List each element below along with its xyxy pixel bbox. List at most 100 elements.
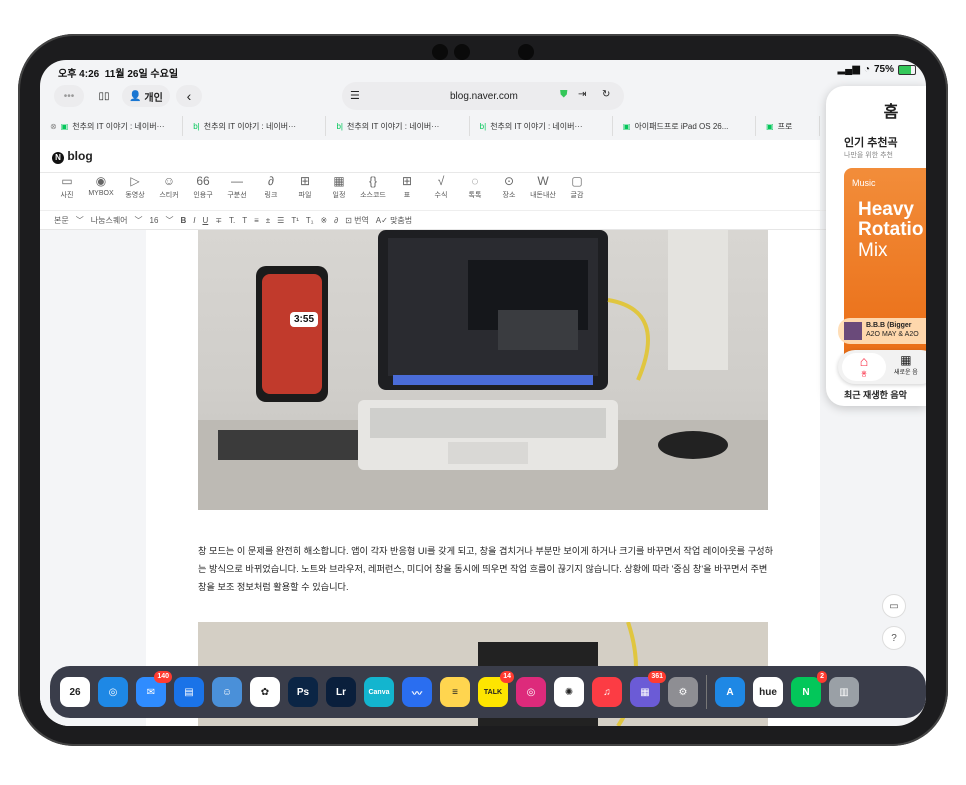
superscript-button[interactable]: T¹ — [291, 216, 299, 225]
apple-music-logo: Music — [852, 178, 876, 188]
address-bar[interactable]: ☰ blog.naver.com ⛊ ⇥ ↻ — [342, 82, 624, 110]
tool-material[interactable]: ▢ 글감 — [564, 174, 590, 206]
now-playing[interactable]: B.B.B (Bigger A2O MAY & A2O — [838, 318, 926, 344]
paragraph-style-select[interactable]: 본문 — [54, 215, 69, 226]
tool-talk[interactable]: ◌ 톡톡 — [462, 174, 488, 206]
tool-place[interactable]: ⊙ 장소 — [496, 174, 522, 206]
insert-toolbar: ▭ 사진 ◉ MYBOX ▷ 동영상 ☺ 스티커 66 인용구 — 구분선 ∂ 링크 ⊞ 파일 … — [40, 174, 834, 206]
article-paragraph[interactable]: 창 모드는 이 문제를 완전히 해소합니다. 앱이 각자 반응형 UI를 갖게 … — [198, 542, 776, 596]
text-color-button[interactable]: T. — [229, 216, 235, 225]
help-icon[interactable]: ? — [882, 626, 906, 650]
kakaotalk-icon[interactable]: TALK 14 — [478, 671, 514, 707]
blog-tab-icon: b| — [479, 121, 487, 131]
canva-icon[interactable]: Canva — [364, 677, 394, 707]
mail-icon[interactable]: ✉ 140 — [136, 671, 172, 707]
tool-quote[interactable]: 66 인용구 — [190, 174, 216, 206]
blog-logo[interactable]: N blog — [52, 149, 93, 164]
safari-icon[interactable]: ◎ — [98, 677, 128, 707]
extension-icon[interactable]: ⇥ — [578, 89, 586, 100]
align-button[interactable]: ≡ — [254, 216, 259, 225]
naver-tab-icon: ▣ — [60, 121, 69, 131]
private-profile-button[interactable]: 👤 개인 — [122, 85, 170, 107]
app-library-icon[interactable]: ▥ — [829, 677, 859, 707]
dock-divider — [706, 675, 707, 709]
music-section-title: 인기 추천곡 — [844, 137, 898, 149]
finder-icon[interactable]: ☺ — [212, 677, 242, 707]
heavy-rotation-card[interactable]: Music Heavy Rotatio Mix — [844, 168, 926, 378]
tool-photo[interactable]: ▭ 사진 — [54, 174, 80, 206]
italic-button[interactable]: I — [193, 216, 195, 225]
shield-icon: ⛊ — [560, 89, 568, 100]
close-icon[interactable]: ⊗ — [50, 122, 57, 131]
link-button[interactable]: ∂ — [334, 216, 338, 225]
appstore-icon[interactable]: A — [715, 677, 745, 707]
tool-file[interactable]: ⊞ 파일 — [292, 174, 318, 206]
tab-6[interactable]: ▣ 프로 — [756, 116, 820, 136]
badge-count: 14 — [500, 671, 514, 683]
subscript-button[interactable]: T₁ — [306, 216, 314, 225]
underline-button[interactable]: U — [202, 216, 208, 225]
tool-video[interactable]: ▷ 동영상 — [122, 174, 148, 206]
screen: 오후 4:26 11월 26일 수요일 ▂▄▆ ◔ 75% ••• ▯▯ 👤 개… — [40, 60, 926, 726]
font-size-select[interactable]: 16 — [150, 216, 159, 225]
special-char-button[interactable]: ※ — [320, 216, 327, 225]
naver-n-icon: N — [52, 152, 64, 164]
files-icon[interactable]: ▤ — [174, 677, 204, 707]
sidebar-icon[interactable]: ▯▯ — [90, 85, 118, 107]
highlight-button[interactable]: T — [242, 216, 247, 225]
tab-4[interactable]: b| 천추의 IT 이야기 : 네이버··· — [470, 116, 613, 136]
tab-1[interactable]: ⊗ ▣ 천추의 IT 이야기 : 네이버··· — [40, 116, 184, 136]
sensor-dot — [518, 44, 534, 60]
browser-toolbar: ••• ▯▯ 👤 개인 ‹ — [54, 84, 202, 108]
back-button[interactable]: ‹ — [176, 85, 202, 107]
settings-icon[interactable]: ⚙ — [668, 677, 698, 707]
naver-icon[interactable]: N2 — [791, 671, 827, 707]
tool-table[interactable]: ⊞ 표 — [394, 174, 420, 206]
music-window[interactable]: 홈 인기 추천곡 나만을 위한 추천 Music Heavy Rotatio Mi… — [826, 86, 926, 406]
tool-divider[interactable]: — 구분선 — [224, 174, 250, 206]
tool-review[interactable]: W 내돈내산 — [530, 174, 556, 206]
tab-2[interactable]: b| 천추의 IT 이야기 : 네이버··· — [183, 116, 327, 136]
translate-button[interactable]: ⊡ 번역 — [345, 215, 369, 226]
status-time: 오후 4:26 11월 26일 수요일 — [58, 69, 179, 80]
tab-5[interactable]: ▣ 아이패드프로 iPad OS 26... — [613, 116, 757, 136]
document-page[interactable]: 3:55 창 모드는 이 문제를 완전히 해소합니다. 앱이 각자 반응형 UI… — [146, 230, 820, 726]
mix-title: Heavy Rotatio — [858, 199, 924, 240]
lightroom-icon[interactable]: Lr — [326, 677, 356, 707]
chatgpt-icon[interactable]: ✺ — [554, 677, 584, 707]
tab-music-home[interactable]: ⌂ 홈 — [842, 353, 886, 381]
tool-mybox[interactable]: ◉ MYBOX — [88, 174, 114, 206]
recent-played-title: 최근 재생한 음악 — [844, 390, 907, 400]
font-select[interactable]: 나눔스퀘어 — [91, 215, 128, 226]
spellcheck-button[interactable]: A✓ 맞춤법 — [376, 215, 412, 226]
more-icon[interactable]: ••• — [54, 85, 84, 107]
reader-icon[interactable]: ☰ — [350, 89, 360, 102]
tool-link[interactable]: ∂ 링크 — [258, 174, 284, 206]
calendar-icon[interactable]: 26 — [60, 677, 90, 707]
private-label: 개인 — [144, 92, 163, 104]
photoshop-icon[interactable]: Ps — [288, 677, 318, 707]
hue-icon[interactable]: hue — [753, 677, 783, 707]
naver-tab-icon: ▣ — [622, 121, 631, 131]
address-text: blog.naver.com — [450, 91, 518, 102]
photo-ipad-iphone[interactable]: 3:55 — [198, 230, 768, 510]
freeform-icon[interactable]: 〰 — [402, 677, 432, 707]
list-button[interactable]: ☰ — [277, 216, 284, 225]
tool-formula[interactable]: √ 수식 — [428, 174, 454, 206]
reload-icon[interactable]: ↻ — [602, 89, 610, 100]
tab-3[interactable]: b| 천추의 IT 이야기 : 네이버··· — [326, 116, 470, 136]
bold-button[interactable]: B — [180, 216, 186, 225]
music-icon[interactable]: ♫ — [592, 677, 622, 707]
app-folder-icon[interactable]: ▦ 361 — [630, 671, 666, 707]
line-height-button[interactable]: ± — [266, 216, 270, 225]
tool-sticker[interactable]: ☺ 스티커 — [156, 174, 182, 206]
notes-icon[interactable]: ≡ — [440, 677, 470, 707]
tab-music-new[interactable]: ▦ 새로운 음 — [894, 353, 918, 376]
strike-button[interactable]: ∓ — [215, 216, 222, 225]
instagram-icon[interactable]: ◎ — [516, 677, 546, 707]
blog-editor: N blog ▭ 사진 ◉ MYBOX ▷ 동영상 ☺ 스티커 66 인용구 — 구분선 ∂… — [40, 140, 834, 726]
tool-code[interactable]: {} 소스코드 — [360, 174, 386, 206]
photos-icon[interactable]: ✿ — [250, 677, 280, 707]
tool-schedule[interactable]: ▦ 일정 — [326, 174, 352, 206]
monitor-icon[interactable]: ▭ — [882, 594, 906, 618]
